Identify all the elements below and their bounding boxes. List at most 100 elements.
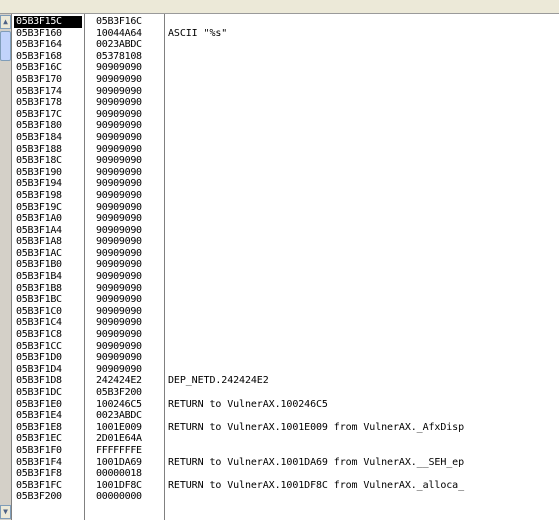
stack-row[interactable]: 05B3F180 90909090 (12, 120, 559, 132)
stack-value: 90909090 (96, 155, 142, 167)
stack-row[interactable]: 05B3F1E4 0023ABDC (12, 410, 559, 422)
stack-address: 05B3F1C8 (16, 329, 62, 341)
stack-row[interactable]: 05B3F1B4 90909090 (12, 271, 559, 283)
stack-value: 90909090 (96, 305, 142, 317)
stack-address: 05B3F1F8 (16, 468, 62, 480)
stack-value: 05378108 (96, 50, 142, 62)
stack-address: 05B3F1FC (16, 479, 62, 491)
stack-value: 90909090 (96, 363, 142, 375)
stack-row[interactable]: 05B3F1C0 90909090 (12, 306, 559, 318)
stack-comment: RETURN to VulnerAX.1001DA69 from VulnerA… (168, 456, 465, 468)
stack-row[interactable]: 05B3F1A4 90909090 (12, 225, 559, 237)
stack-value: 90909090 (96, 131, 142, 143)
stack-address: 05B3F198 (16, 189, 62, 201)
vertical-scrollbar[interactable]: ▲ ▼ (0, 14, 12, 520)
stack-address: 05B3F180 (16, 120, 62, 132)
stack-row[interactable]: 05B3F190 90909090 (12, 167, 559, 179)
stack-row[interactable]: 05B3F194 90909090 (12, 178, 559, 190)
stack-address: 05B3F174 (16, 85, 62, 97)
stack-row[interactable]: 05B3F184 90909090 (12, 132, 559, 144)
scroll-down-icon[interactable]: ▼ (0, 505, 11, 519)
stack-row[interactable]: 05B3F17C 90909090 (12, 109, 559, 121)
stack-value: 0023ABDC (96, 410, 142, 422)
stack-value: 0023ABDC (96, 39, 142, 51)
stack-value: 05B3F200 (96, 387, 142, 398)
stack-row[interactable]: 05B3F178 90909090 (12, 97, 559, 109)
stack-row[interactable]: 05B3F200 00000000 (12, 491, 559, 503)
stack-row[interactable]: 05B3F188 90909090 (12, 144, 559, 156)
stack-value: 90909090 (96, 224, 142, 236)
stack-row[interactable]: 05B3F1E0 100246C5 RETURN to VulnerAX.10024… (12, 399, 559, 411)
stack-row[interactable]: 05B3F15C 05B3F16C (12, 16, 559, 28)
stack-address: 05B3F200 (16, 491, 62, 503)
stack-value: 90909090 (96, 189, 142, 201)
stack-row[interactable]: 05B3F1BC 90909090 (12, 294, 559, 306)
stack-pane[interactable]: 05B3F15C 05B3F16C 05B3F160 10044A64 ASCII "%… (12, 14, 559, 520)
stack-row[interactable]: 05B3F1D8 242424E2 DEP_NETD.242424E2 (12, 375, 559, 387)
stack-address: 05B3F15C (14, 16, 82, 28)
pane-top-border (0, 0, 559, 14)
stack-row[interactable]: 05B3F1E8 1001E009 RETURN to VulnerAX.1001E… (12, 422, 559, 434)
stack-value: 90909090 (96, 247, 142, 259)
stack-value: FFFFFFFE (96, 444, 142, 456)
stack-row[interactable]: 05B3F18C 90909090 (12, 155, 559, 167)
stack-address: 05B3F1B0 (16, 259, 62, 271)
stack-address: 05B3F178 (16, 97, 62, 109)
stack-row[interactable]: 05B3F1F4 1001DA69 RETURN to VulnerAX.1001D… (12, 457, 559, 469)
scroll-thumb[interactable] (0, 31, 11, 61)
stack-row[interactable]: 05B3F1FC 1001DF8C RETURN to VulnerAX.1001D… (12, 480, 559, 492)
stack-row[interactable]: 05B3F1A8 90909090 (12, 236, 559, 248)
stack-address: 05B3F1AC (16, 247, 62, 259)
stack-value: 90909090 (96, 329, 142, 341)
stack-row[interactable]: 05B3F1A0 90909090 (12, 213, 559, 225)
stack-address: 05B3F1A8 (16, 236, 62, 248)
stack-comment: ASCII "%s" (168, 27, 228, 39)
stack-value: 90909090 (96, 97, 142, 109)
stack-row[interactable]: 05B3F1F0 FFFFFFFE (12, 445, 559, 457)
stack-value: 90909090 (96, 340, 142, 352)
stack-comment: RETURN to VulnerAX.1001E009 from VulnerA… (168, 421, 465, 433)
stack-row[interactable]: 05B3F1F8 00000018 (12, 468, 559, 480)
stack-row[interactable]: 05B3F160 10044A64 ASCII "%s" (12, 28, 559, 40)
stack-address: 05B3F1A4 (16, 224, 62, 236)
stack-row[interactable]: 05B3F170 90909090 (12, 74, 559, 86)
stack-row[interactable]: 05B3F198 90909090 (12, 190, 559, 202)
stack-address: 05B3F1E0 (16, 398, 62, 410)
stack-row[interactable]: 05B3F1AC 90909090 (12, 248, 559, 260)
stack-value: 90909090 (96, 271, 142, 283)
stack-row[interactable]: 05B3F1DC 05B3F200 (12, 387, 559, 399)
stack-address: 05B3F1CC (16, 340, 62, 352)
stack-address: 05B3F1BC (16, 294, 62, 306)
stack-row[interactable]: 05B3F164 0023ABDC (12, 39, 559, 51)
stack-value: 242424E2 (96, 375, 142, 387)
stack-value: 2D01E64A (96, 433, 142, 445)
stack-value: 90909090 (96, 259, 142, 271)
stack-row[interactable]: 05B3F1C8 90909090 (12, 329, 559, 341)
stack-address: 05B3F170 (16, 73, 62, 85)
scroll-up-icon[interactable]: ▲ (0, 15, 11, 29)
stack-row[interactable]: 05B3F16C 90909090 (12, 62, 559, 74)
stack-address: 05B3F1E4 (16, 410, 62, 422)
stack-row[interactable]: 05B3F1D4 90909090 (12, 364, 559, 376)
stack-row[interactable]: 05B3F1D0 90909090 (12, 352, 559, 364)
stack-address: 05B3F1D0 (16, 352, 62, 364)
stack-address: 05B3F1DC (16, 387, 62, 398)
stack-row[interactable]: 05B3F19C 90909090 (12, 202, 559, 214)
stack-row[interactable]: 05B3F174 90909090 (12, 86, 559, 98)
stack-address: 05B3F184 (16, 131, 62, 143)
stack-value: 1001E009 (96, 421, 142, 433)
stack-rows: 05B3F15C 05B3F16C 05B3F160 10044A64 ASCII "%… (12, 16, 559, 503)
stack-value: 90909090 (96, 178, 142, 190)
stack-value: 90909090 (96, 166, 142, 178)
stack-row[interactable]: 05B3F1C4 90909090 (12, 317, 559, 329)
stack-value: 90909090 (96, 213, 142, 225)
stack-value: 90909090 (96, 85, 142, 97)
stack-row[interactable]: 05B3F1CC 90909090 (12, 341, 559, 353)
stack-row[interactable]: 05B3F1EC 2D01E64A (12, 433, 559, 445)
stack-value: 1001DA69 (96, 456, 142, 468)
stack-address: 05B3F1E8 (16, 421, 62, 433)
stack-address: 05B3F19C (16, 201, 62, 213)
stack-row[interactable]: 05B3F168 05378108 (12, 51, 559, 63)
stack-row[interactable]: 05B3F1B8 90909090 (12, 283, 559, 295)
stack-row[interactable]: 05B3F1B0 90909090 (12, 259, 559, 271)
